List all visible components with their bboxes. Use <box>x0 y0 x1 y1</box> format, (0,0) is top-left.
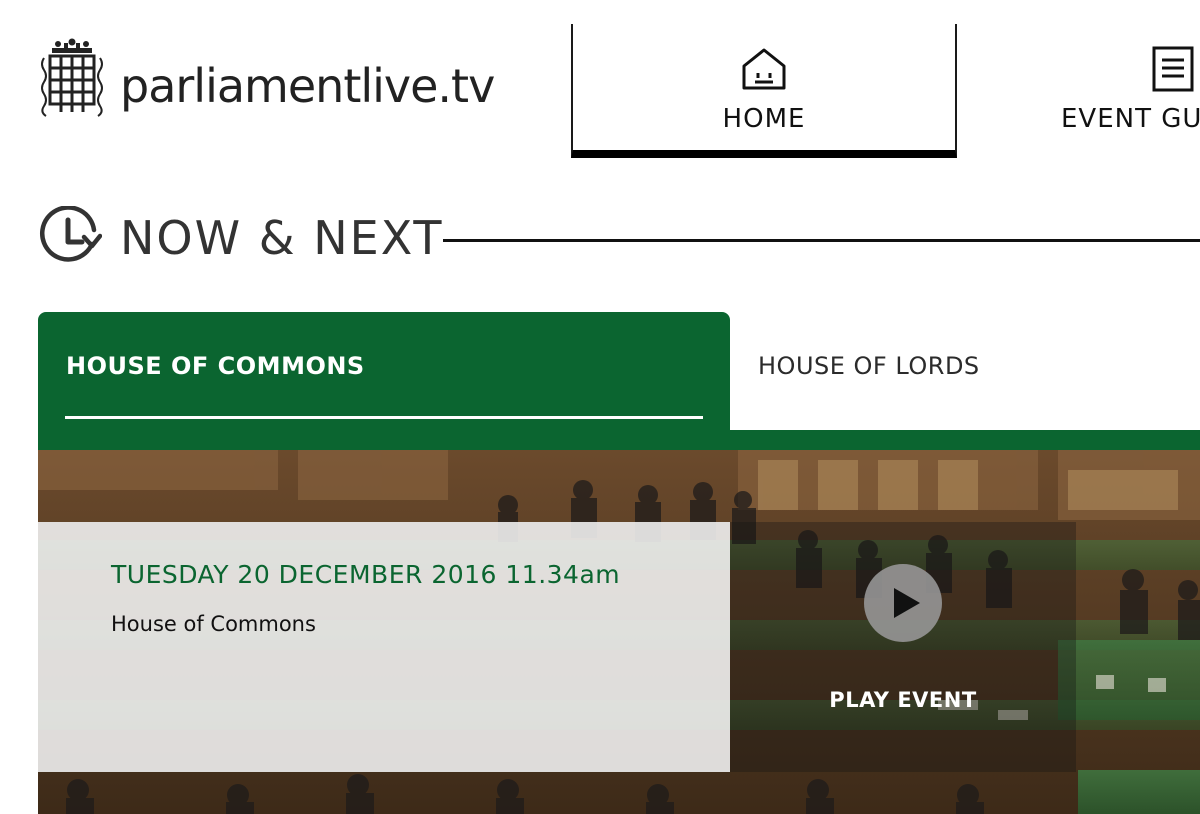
site-logo[interactable]: parliamentlive.tv <box>38 38 495 120</box>
section-title: NOW & NEXT <box>120 211 444 265</box>
document-list-icon <box>1152 46 1194 92</box>
tab-house-of-commons[interactable]: HOUSE OF COMMONS <box>38 312 730 450</box>
play-icon <box>894 588 920 618</box>
tab-house-of-lords[interactable]: HOUSE OF LORDS <box>730 312 1200 430</box>
event-datetime: TUESDAY 20 DECEMBER 2016 11.34am <box>111 560 621 589</box>
page: parliamentlive.tv HOME EVENT GUI NOW & N… <box>0 0 1200 814</box>
play-event-panel[interactable]: PLAY EVENT <box>730 522 1076 772</box>
nav-label-event-guide: EVENT GUI <box>1061 104 1200 134</box>
tab-label-lords: HOUSE OF LORDS <box>758 352 980 380</box>
nav-item-event-guide[interactable]: EVENT GUI <box>958 24 1200 158</box>
clock-refresh-icon <box>39 206 102 262</box>
active-tab-underline <box>65 416 703 419</box>
portcullis-icon <box>41 38 103 117</box>
play-button[interactable] <box>864 564 942 642</box>
event-house: House of Commons <box>111 612 316 636</box>
site-name: parliamentlive.tv <box>120 59 495 113</box>
home-icon <box>742 48 786 90</box>
section-heading: NOW & NEXT <box>38 206 444 270</box>
play-event-label[interactable]: PLAY EVENT <box>730 688 1076 712</box>
nav-label-home: HOME <box>722 104 806 134</box>
event-card[interactable]: TUESDAY 20 DECEMBER 2016 11.34am House o… <box>38 522 730 772</box>
tab-label-commons: HOUSE OF COMMONS <box>66 352 365 380</box>
nav-item-home[interactable]: HOME <box>571 24 957 158</box>
section-divider <box>443 239 1200 242</box>
